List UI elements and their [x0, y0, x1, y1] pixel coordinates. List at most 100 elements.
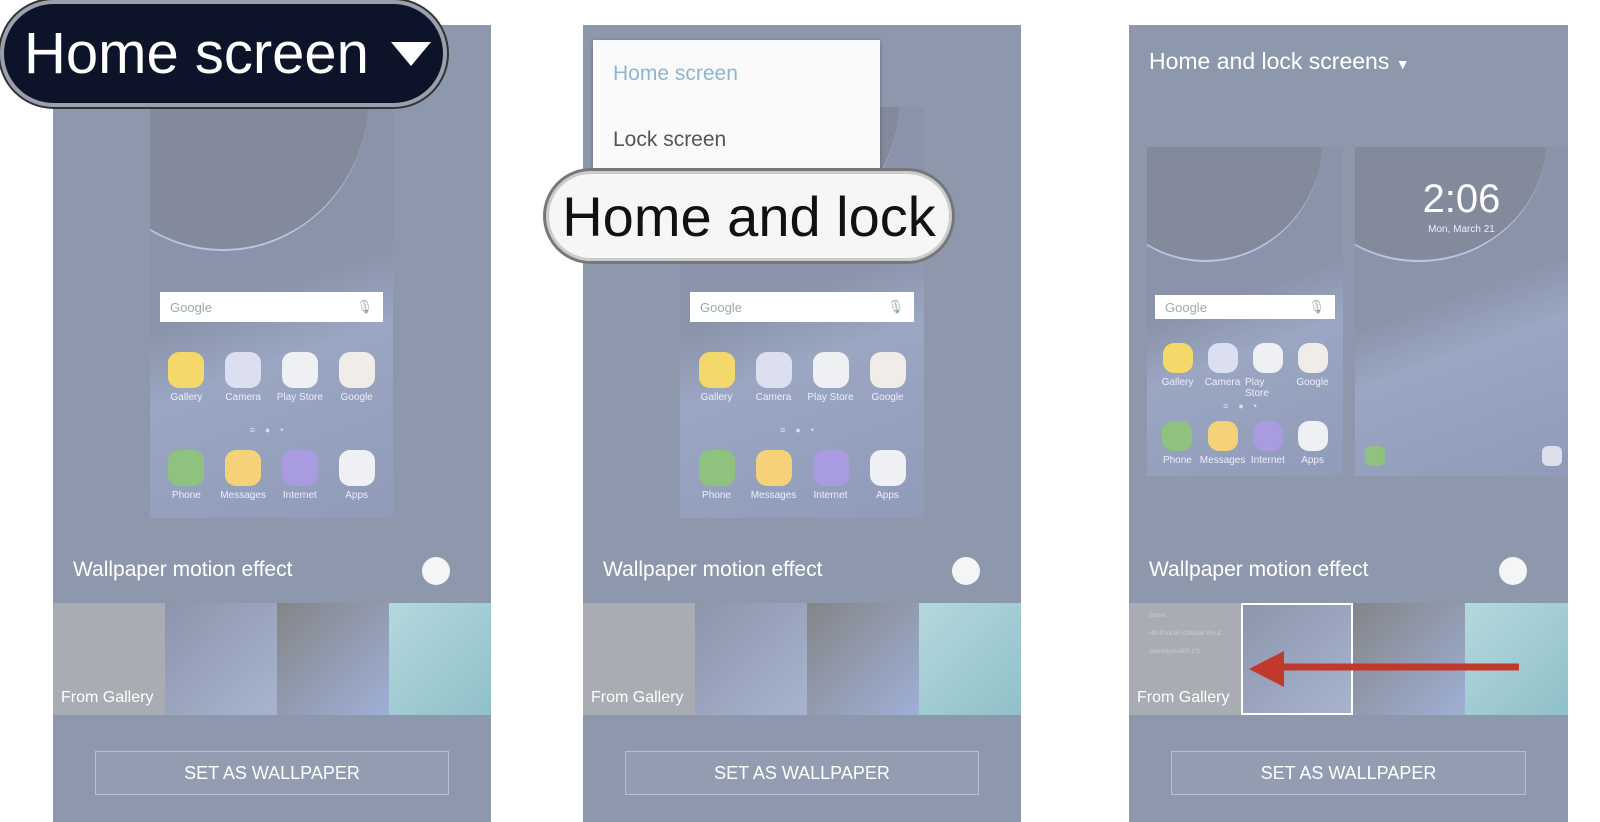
motion-label: Wallpaper motion effect: [73, 558, 293, 581]
gallery-icon: [168, 352, 205, 388]
app-google[interactable]: Google: [328, 352, 385, 403]
page-indicator: ≡●•: [780, 425, 824, 435]
apps-icon: [338, 450, 375, 486]
wallpaper-thumb[interactable]: [389, 603, 491, 715]
app-label: Gallery: [170, 392, 203, 403]
app-label: Internet: [282, 490, 317, 501]
motion-toggle[interactable]: [1499, 557, 1527, 585]
app-label: Messages: [220, 490, 266, 501]
app-gallery[interactable]: Gallery: [158, 352, 215, 403]
motion-toggle[interactable]: [422, 557, 450, 585]
home-preview: Google 🎙 Gallery Camera Play Store Google ≡●• P…: [1147, 147, 1343, 476]
lock-date: Mon, March 21: [1428, 224, 1495, 235]
google-search-bar[interactable]: Google 🎙: [690, 292, 914, 322]
app-messages[interactable]: Messages: [745, 450, 802, 501]
mic-icon: 🎙: [356, 299, 373, 314]
messages-icon: [1207, 421, 1238, 452]
screen-selector[interactable]: Home and lock screens ▼: [1149, 48, 1410, 75]
menu-item-home-screen[interactable]: Home screen: [613, 62, 738, 86]
app-label: Phone: [171, 490, 201, 501]
app-label: Play Store: [807, 392, 854, 403]
messages-icon: [755, 450, 792, 486]
wallpaper-thumb[interactable]: [277, 603, 389, 715]
apps-icon: [869, 450, 906, 486]
app-label: Apps: [1301, 455, 1324, 467]
page-indicator: ≡●•: [1223, 401, 1267, 412]
app-label: Phone: [1162, 455, 1192, 467]
google-icon: [338, 352, 375, 388]
app-google[interactable]: Google: [1290, 343, 1335, 399]
play-store-icon: [281, 352, 318, 388]
set-wallpaper-button[interactable]: SET AS WALLPAPER: [1171, 751, 1526, 795]
from-gallery-label: From Gallery: [591, 689, 684, 706]
internet-icon: [812, 450, 849, 486]
gallery-icon: [698, 352, 735, 388]
camera-icon: [1207, 343, 1238, 373]
app-internet[interactable]: Internet: [1245, 421, 1290, 466]
play-store-icon: [812, 352, 849, 388]
set-wallpaper-button[interactable]: SET AS WALLPAPER: [625, 751, 979, 795]
app-label: Messages: [1199, 455, 1246, 467]
app-label: Phone: [702, 490, 731, 501]
wallpaper-thumb[interactable]: [165, 603, 277, 715]
app-phone[interactable]: Phone: [1155, 421, 1200, 466]
app-internet[interactable]: Internet: [802, 450, 859, 501]
app-play-store[interactable]: Play Store: [272, 352, 329, 403]
wallpaper-thumb[interactable]: [695, 603, 807, 715]
app-play-store[interactable]: Play Store: [802, 352, 859, 403]
app-gallery[interactable]: Gallery: [1155, 343, 1200, 399]
menu-item-lock-screen[interactable]: Lock screen: [613, 128, 726, 152]
google-logo: Google: [170, 299, 212, 315]
app-camera[interactable]: Camera: [215, 352, 272, 403]
app-label: Camera: [225, 392, 261, 403]
panel-home-and-lock: Home and lock screens ▼ Google 🎙 Gallery Ca…: [1129, 25, 1568, 822]
google-icon: [869, 352, 906, 388]
camera-icon: [1542, 446, 1562, 466]
app-apps[interactable]: Apps: [1290, 421, 1335, 466]
app-label: Gallery: [700, 392, 733, 403]
app-apps[interactable]: Apps: [328, 450, 385, 501]
app-phone[interactable]: Phone: [688, 450, 745, 501]
dropdown-arrow-icon: [390, 41, 431, 66]
app-gallery[interactable]: Gallery: [688, 352, 745, 403]
google-search-bar[interactable]: Google 🎙: [160, 292, 383, 322]
home-and-lock-callout[interactable]: Home and lock: [543, 168, 955, 264]
app-label: Apps: [345, 490, 369, 501]
motion-toggle[interactable]: [952, 557, 980, 585]
wallpaper-thumb[interactable]: [919, 603, 1021, 715]
wallpaper-strip: From Gallery: [583, 603, 1021, 715]
google-search-bar[interactable]: Google 🎙: [1155, 295, 1335, 319]
home-preview: Google 🎙 Gallery Camera Play Store Google ≡●• P…: [150, 107, 393, 518]
internet-icon: [1252, 421, 1283, 452]
app-messages[interactable]: Messages: [215, 450, 272, 501]
mic-icon: 🎙: [1308, 299, 1325, 314]
app-label: Gallery: [1161, 377, 1194, 388]
app-google[interactable]: Google: [859, 352, 916, 403]
wallpaper-strip: timber HP-Print-9F-Officejet Pro 8.. sammi…: [1129, 603, 1568, 715]
google-logo: Google: [700, 299, 742, 315]
from-gallery-tile[interactable]: From Gallery: [583, 603, 695, 715]
app-play-store[interactable]: Play Store: [1245, 343, 1290, 399]
app-label: Internet: [1250, 455, 1285, 467]
dropdown-arrow-icon: ▼: [1395, 56, 1410, 72]
from-gallery-label: From Gallery: [61, 689, 154, 706]
google-logo: Google: [1165, 299, 1207, 315]
from-gallery-tile[interactable]: From Gallery: [53, 603, 165, 715]
app-internet[interactable]: Internet: [272, 450, 329, 501]
wallpaper-thumb[interactable]: [807, 603, 919, 715]
internet-icon: [281, 450, 318, 486]
apps-icon: [1297, 421, 1328, 452]
phone-icon: [168, 450, 205, 486]
app-phone[interactable]: Phone: [158, 450, 215, 501]
camera-icon: [755, 352, 792, 388]
home-screen-callout: Home screen: [0, 0, 447, 107]
page-indicator: ≡●•: [249, 425, 294, 435]
app-label: Google: [1296, 377, 1329, 388]
app-apps[interactable]: Apps: [859, 450, 916, 501]
camera-icon: [225, 352, 262, 388]
app-messages[interactable]: Messages: [1199, 421, 1246, 467]
app-camera[interactable]: Camera: [1200, 343, 1245, 399]
app-camera[interactable]: Camera: [745, 352, 802, 403]
phone-icon: [698, 450, 735, 486]
set-wallpaper-button[interactable]: SET AS WALLPAPER: [95, 751, 449, 795]
